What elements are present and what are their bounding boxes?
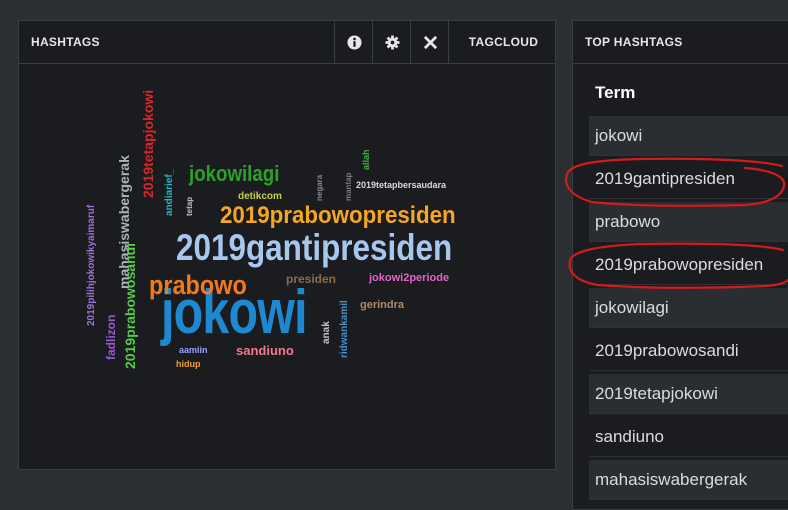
table-row[interactable]: mahasiswabergerak bbox=[589, 460, 788, 500]
cloud-word[interactable]: allah bbox=[361, 149, 371, 170]
info-circle-icon bbox=[346, 34, 362, 50]
table-row[interactable]: jokowilagi bbox=[589, 288, 788, 328]
info-button[interactable] bbox=[334, 21, 373, 63]
cloud-word[interactable]: jokowilagi bbox=[189, 163, 279, 185]
hashtags-panel-header: HASHTAGS TAGCLOUD bbox=[19, 21, 555, 64]
gear-icon bbox=[384, 34, 400, 50]
cloud-word[interactable]: hidup bbox=[176, 360, 201, 369]
close-icon bbox=[423, 35, 437, 49]
cloud-word[interactable]: prabowo bbox=[149, 272, 247, 299]
cloud-word[interactable]: 2019tetapjokowi bbox=[140, 90, 156, 198]
top-hashtags-panel: TOP HASHTAGS Term jokowi 2019gantipresid… bbox=[572, 20, 788, 510]
cloud-word[interactable]: 2019prabowopresiden bbox=[220, 204, 456, 228]
cloud-word[interactable]: ridwankamil bbox=[339, 300, 350, 358]
cloud-word[interactable]: 2019gantipresiden bbox=[176, 229, 452, 266]
tagcloud-tab[interactable]: TAGCLOUD bbox=[448, 21, 558, 63]
hashtags-panel: HASHTAGS TAGCLOUD jokowi 2019gantipresid… bbox=[18, 20, 556, 470]
cloud-word[interactable]: negara bbox=[315, 175, 324, 201]
close-button[interactable] bbox=[410, 21, 449, 63]
cloud-word[interactable]: anak bbox=[321, 321, 332, 344]
cloud-word[interactable]: andiarief_ bbox=[164, 169, 175, 216]
cloud-word[interactable]: aamiin bbox=[179, 346, 208, 355]
table-row[interactable]: prabowo bbox=[589, 202, 788, 242]
cloud-word[interactable]: detikcom bbox=[238, 192, 282, 202]
cloud-word[interactable]: 2019pilihjokowikyaimaruf bbox=[86, 205, 97, 326]
settings-button[interactable] bbox=[372, 21, 411, 63]
cloud-word[interactable]: tetap bbox=[185, 197, 194, 216]
cloud-word[interactable]: presiden bbox=[286, 273, 336, 285]
table-row[interactable]: sandiuno bbox=[589, 417, 788, 457]
cloud-word[interactable]: 2019tetapbersaudara bbox=[356, 181, 446, 190]
cloud-word[interactable]: mantap bbox=[344, 173, 353, 201]
tag-cloud: jokowi 2019gantipresiden 2019prabowopres… bbox=[19, 64, 555, 469]
cloud-word[interactable]: 2019prabowosandi bbox=[122, 243, 138, 369]
table-row[interactable]: jokowi bbox=[589, 116, 788, 156]
cloud-word[interactable]: sandiuno bbox=[236, 344, 294, 357]
cloud-word[interactable]: gerindra bbox=[360, 300, 404, 311]
hashtags-panel-title: HASHTAGS bbox=[31, 35, 100, 49]
table-row[interactable]: 2019tetapjokowi bbox=[589, 374, 788, 414]
table-row[interactable]: 2019prabowopresiden bbox=[589, 245, 788, 285]
top-hashtags-title: TOP HASHTAGS bbox=[585, 35, 683, 49]
cloud-word[interactable]: fadlizon bbox=[104, 315, 118, 360]
top-hashtags-header: TOP HASHTAGS bbox=[573, 21, 788, 64]
cloud-word[interactable]: jokowi2periode bbox=[369, 273, 449, 284]
table-row[interactable]: 2019gantipresiden bbox=[589, 159, 788, 199]
table-row[interactable]: 2019prabowosandi bbox=[589, 331, 788, 371]
term-column-header[interactable]: Term bbox=[589, 73, 788, 113]
